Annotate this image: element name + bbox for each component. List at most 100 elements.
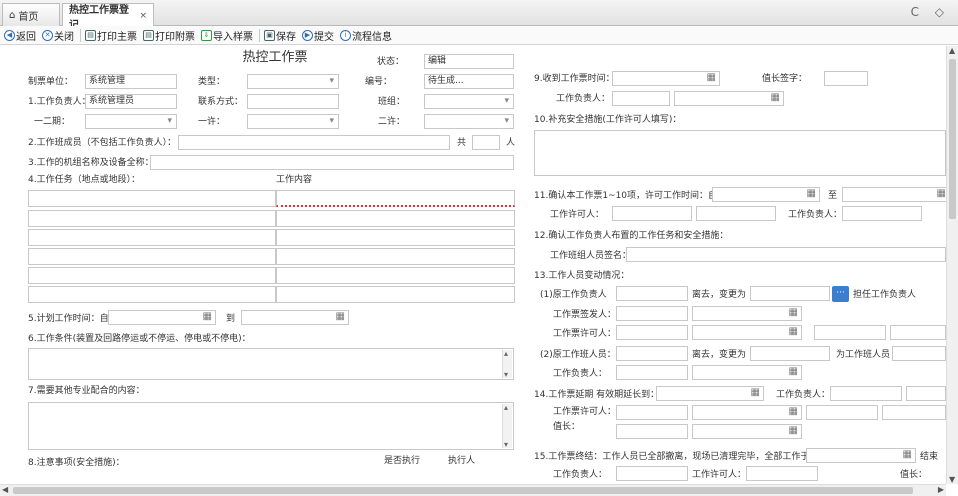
contact-field[interactable]	[247, 94, 339, 109]
permitter-field[interactable]	[612, 206, 692, 221]
scroll-up-icon[interactable]: ▲	[949, 46, 955, 55]
members-field[interactable]	[178, 135, 450, 150]
permitter2-date[interactable]	[692, 325, 802, 340]
number-field[interactable]: 待生成...	[424, 74, 514, 89]
team-select[interactable]	[424, 94, 514, 109]
print-main-button[interactable]: ▤ 打印主票	[85, 28, 137, 43]
member-count-field[interactable]	[472, 135, 500, 150]
issuer-field[interactable]	[616, 306, 688, 321]
permit2-select[interactable]	[424, 114, 514, 129]
scroll-thumb[interactable]	[949, 59, 956, 219]
task-content-header: 工作内容	[276, 175, 313, 185]
as-member-field[interactable]	[892, 346, 946, 361]
scroll-left-icon[interactable]: ◀	[2, 485, 8, 494]
extend-permitter-field[interactable]	[616, 405, 688, 420]
issue-unit-field[interactable]: 系统管理	[85, 74, 177, 89]
task-content-cell[interactable]	[276, 267, 515, 284]
horizontal-scrollbar[interactable]: ◀ ▶	[0, 484, 946, 496]
scroll-thumb[interactable]	[13, 487, 913, 494]
end-chief-label: 值长：	[900, 470, 928, 480]
orig-member-field[interactable]	[616, 346, 688, 361]
permitter2-extra-field[interactable]	[814, 325, 886, 340]
extend-leader-field-2[interactable]	[906, 386, 946, 401]
print-attach-button[interactable]: ▤ 打印附票	[143, 28, 195, 43]
received-leader-date[interactable]	[674, 91, 784, 106]
task-location-cell[interactable]	[28, 210, 276, 227]
task-location-cell[interactable]	[28, 248, 276, 265]
leader-field[interactable]: 系统管理员	[85, 94, 177, 109]
tab-ticket-register[interactable]: 热控工作票登记 ×	[62, 3, 154, 31]
leader2-date[interactable]	[692, 365, 802, 380]
confirm-to-label: 至	[828, 191, 838, 201]
confirm-end-date[interactable]	[842, 187, 946, 202]
scroll-right-icon[interactable]: ▶	[938, 485, 944, 494]
task-location-cell[interactable]	[28, 267, 276, 284]
home-icon: ⌂	[9, 9, 16, 21]
unit-name-field[interactable]	[150, 155, 514, 170]
extend-date[interactable]	[656, 386, 764, 401]
task-location-cell[interactable]	[28, 286, 276, 303]
save-button[interactable]: ▣ 保存	[264, 28, 296, 43]
extend-label: 14.工作票延期 有效期延长到：	[534, 390, 660, 400]
new-member-field[interactable]	[750, 346, 830, 361]
status-field[interactable]: 编辑	[424, 54, 514, 69]
info-icon: i	[340, 29, 351, 41]
task-content-cell[interactable]	[276, 190, 515, 207]
close-icon[interactable]: ×	[139, 11, 147, 21]
textarea-scrollbar[interactable]	[502, 349, 512, 379]
task-location-cell[interactable]	[28, 229, 276, 246]
shift-chief-field[interactable]	[616, 424, 688, 439]
extend-leader-field[interactable]	[830, 386, 902, 401]
permitter2-field[interactable]	[616, 325, 688, 340]
flow-info-button[interactable]: i 流程信息	[340, 28, 392, 43]
plan-start-date[interactable]	[108, 310, 216, 325]
conditions-textarea[interactable]	[28, 348, 514, 380]
permitter2-extra-field-2[interactable]	[890, 325, 946, 340]
permitter-field-2[interactable]	[696, 206, 776, 221]
confirm-leader-field[interactable]	[842, 206, 922, 221]
task-location-cell[interactable]	[28, 190, 276, 207]
plan-to-label: 到	[226, 314, 236, 324]
task-content-cell[interactable]	[276, 229, 515, 246]
extend-permitter-date[interactable]	[692, 405, 802, 420]
close-button[interactable]: ✕ 关闭	[42, 28, 74, 43]
type-select[interactable]	[247, 74, 339, 89]
confirm-start-date[interactable]	[712, 187, 820, 202]
orig-leader-field[interactable]	[616, 286, 688, 301]
end-permitter-field[interactable]	[746, 466, 818, 481]
plan-end-date[interactable]	[241, 310, 349, 325]
member-sign-field[interactable]	[626, 247, 946, 262]
pick-person-button[interactable]: ···	[832, 286, 849, 302]
permit1-select[interactable]	[247, 114, 339, 129]
task-content-cell[interactable]	[276, 286, 515, 303]
refresh-icon[interactable]: C ◇	[911, 5, 950, 19]
contact-label: 联系方式：	[198, 97, 244, 107]
extend-permitter-extra-2[interactable]	[882, 405, 946, 420]
vertical-scrollbar[interactable]: ▲ ▼	[946, 46, 958, 484]
scroll-down-icon[interactable]: ▼	[949, 475, 955, 484]
shift-chief-date[interactable]	[692, 424, 802, 439]
import-sample-button[interactable]: ⇓ 导入样票	[201, 28, 253, 43]
end-date[interactable]	[806, 448, 916, 463]
task-content-cell[interactable]	[276, 210, 515, 227]
new-leader-field[interactable]	[750, 286, 830, 301]
other-cooperation-textarea[interactable]	[28, 402, 514, 450]
back-arrow-icon: ◀	[4, 29, 15, 41]
textarea-scrollbar[interactable]	[502, 403, 512, 449]
change-label: 13.工作人员变动情况：	[534, 271, 630, 281]
ticket-form: 热控工作票 状态： 编辑 制票单位： 系统管理 类型： 编号： 待生成... 1…	[0, 46, 946, 484]
extend-permitter-extra[interactable]	[806, 405, 878, 420]
leader2-field[interactable]	[616, 365, 688, 380]
task-content-cell[interactable]	[276, 248, 515, 265]
received-time-field[interactable]	[612, 71, 720, 86]
conditions-label: 6.工作条件(装置及回路停运或不停运、停电或不停电)：	[28, 334, 251, 344]
back-button[interactable]: ◀ 返回	[4, 28, 36, 43]
phase-select[interactable]	[85, 114, 177, 129]
shift-sign-field[interactable]	[824, 71, 868, 86]
supplement-textarea[interactable]	[534, 130, 946, 176]
tab-home[interactable]: ⌂ 首页	[2, 3, 60, 26]
end-leader-field[interactable]	[616, 466, 688, 481]
submit-button[interactable]: ▶ 提交	[302, 28, 334, 43]
issuer-date[interactable]	[692, 306, 802, 321]
received-leader-field[interactable]	[612, 91, 670, 106]
